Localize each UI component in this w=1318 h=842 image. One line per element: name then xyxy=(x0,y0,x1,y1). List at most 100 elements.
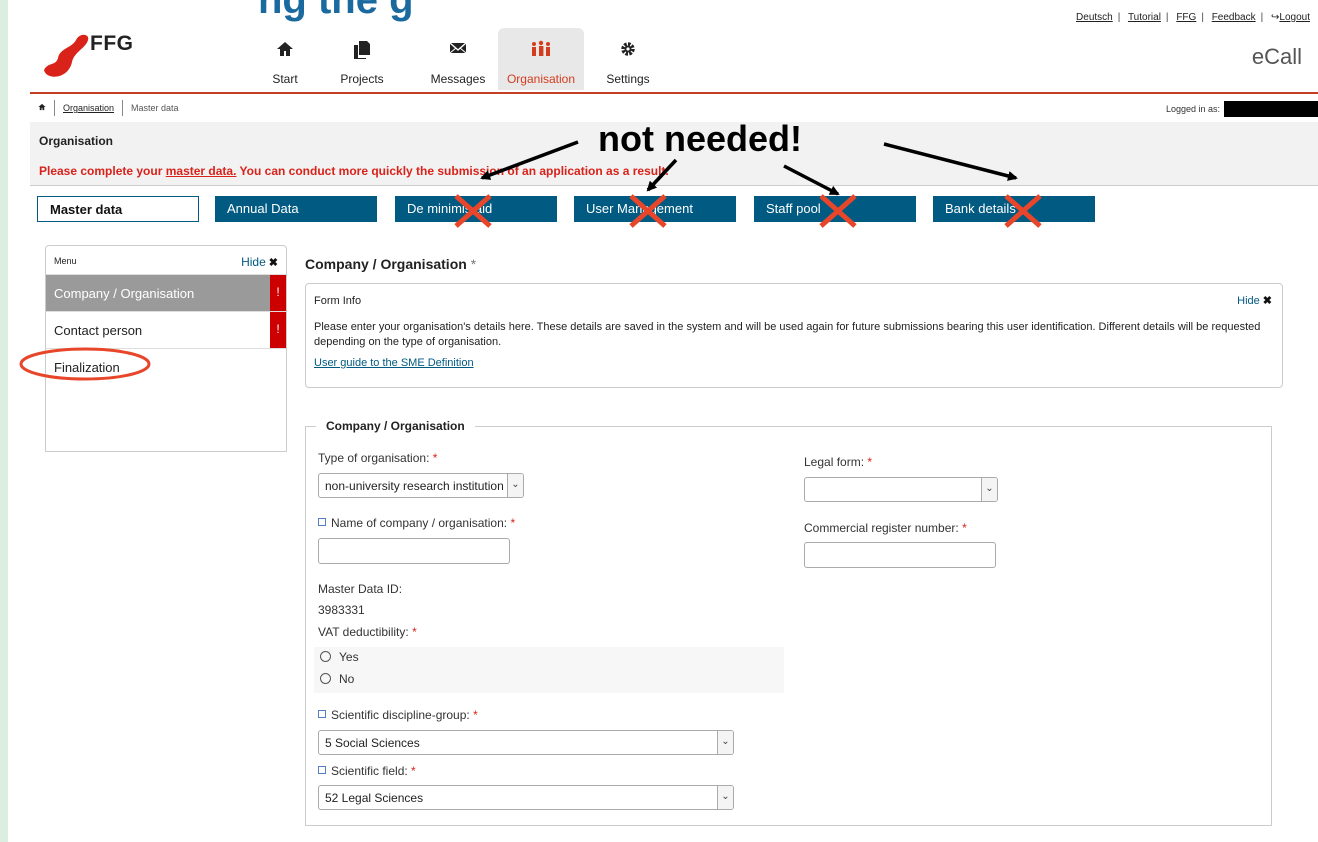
master-data-id-value: 3983331 xyxy=(318,603,365,617)
menu-hide-button[interactable]: Hide ✖ xyxy=(241,255,278,269)
chevron-down-icon: ⌄ xyxy=(507,474,523,497)
breadcrumb: Organisation Master data xyxy=(38,100,179,116)
selected-value: non-university research institution xyxy=(325,479,504,493)
breadcrumb-master-data: Master data xyxy=(131,103,179,113)
sme-guide-link[interactable]: User guide to the SME Definition xyxy=(314,357,474,369)
info-icon[interactable] xyxy=(318,766,326,774)
people-icon xyxy=(498,40,584,66)
vat-label: VAT deductibility: * xyxy=(318,625,417,639)
slide-headline: ng the g xyxy=(258,0,414,22)
link-ffg[interactable]: FFG xyxy=(1176,12,1196,23)
fieldset-legend: Company / Organisation xyxy=(316,419,475,433)
nav-start[interactable]: Start xyxy=(258,28,312,90)
required-mark: * xyxy=(412,625,417,639)
annotation-not-needed: not needed! xyxy=(598,118,802,159)
required-mark: * xyxy=(432,451,438,465)
home-icon xyxy=(258,40,312,66)
section-title: Company / Organisation * xyxy=(305,256,476,272)
nav-messages[interactable]: Messages xyxy=(418,28,498,90)
required-mark: * xyxy=(473,708,478,722)
nav-label: Start xyxy=(272,72,298,86)
documents-icon xyxy=(326,40,398,66)
legal-form-select[interactable]: ⌄ xyxy=(804,477,998,502)
nav-settings[interactable]: Settings xyxy=(598,28,658,90)
label-text: Name of company / organisation: xyxy=(331,516,508,530)
register-number-input[interactable] xyxy=(804,542,996,568)
label-text: VAT deductibility: xyxy=(318,625,409,639)
completion-warning: Please complete your master data. You ca… xyxy=(39,164,669,178)
info-icon[interactable] xyxy=(318,710,326,718)
tab-de-minimis-aid[interactable]: De minimis aid xyxy=(395,196,557,222)
scientific-field-select[interactable]: 52 Legal Sciences ⌄ xyxy=(318,785,734,810)
legal-form-label: Legal form: * xyxy=(804,455,872,469)
type-of-organisation-label: Type of organisation: * xyxy=(318,451,437,465)
menu-item-finalization[interactable]: Finalization xyxy=(46,348,286,385)
radio-label: Yes xyxy=(339,650,359,664)
label-text: Type of organisation: xyxy=(318,451,430,465)
company-name-label: Name of company / organisation: * xyxy=(318,516,515,530)
menu-item-contact-person[interactable]: Contact person ! xyxy=(46,311,286,348)
menu-item-label: Finalization xyxy=(54,360,120,375)
tab-user-management[interactable]: User Management xyxy=(574,196,736,222)
label-text: Scientific discipline-group: xyxy=(331,708,470,722)
link-tutorial[interactable]: Tutorial xyxy=(1128,12,1161,23)
redacted-username xyxy=(1224,101,1318,117)
required-mark: * xyxy=(510,516,516,530)
required-mark: * xyxy=(470,256,477,272)
menu-item-label: Contact person xyxy=(54,323,143,338)
vat-yes-radio[interactable]: Yes xyxy=(320,650,359,664)
nav-divider xyxy=(30,92,1318,94)
info-icon[interactable] xyxy=(318,518,326,526)
scientific-field-label: Scientific field: * xyxy=(318,764,416,778)
menu-item-label: Company / Organisation xyxy=(54,286,195,301)
required-mark: * xyxy=(962,521,967,535)
required-mark: * xyxy=(867,455,873,469)
selected-value: 52 Legal Sciences xyxy=(325,791,424,805)
menu-title: Menu xyxy=(54,256,77,266)
type-of-organisation-select[interactable]: non-university research institution ⌄ xyxy=(318,473,524,498)
radio-circle xyxy=(320,673,331,684)
vat-radio-group: Yes No xyxy=(314,647,784,693)
discipline-select[interactable]: 5 Social Sciences ⌄ xyxy=(318,730,734,755)
vat-no-radio[interactable]: No xyxy=(320,672,354,686)
tab-staff-pool[interactable]: Staff pool xyxy=(754,196,916,222)
master-data-link[interactable]: master data. xyxy=(166,164,237,178)
tab-bank-details[interactable]: Bank details xyxy=(933,196,1095,222)
breadcrumb-organisation[interactable]: Organisation xyxy=(63,103,114,113)
label-text: Legal form: xyxy=(804,455,865,469)
tab-annual-data[interactable]: Annual Data xyxy=(215,196,377,222)
nav-projects[interactable]: Projects xyxy=(326,28,398,90)
home-icon[interactable] xyxy=(38,103,46,113)
chevron-down-icon: ⌄ xyxy=(717,731,733,754)
label-text: Scientific field: xyxy=(331,764,408,778)
hide-label: Hide xyxy=(1237,295,1260,307)
gear-icon xyxy=(598,40,658,66)
menu-header: Menu Hide ✖ xyxy=(46,246,286,274)
register-number-label: Commercial register number: * xyxy=(804,521,967,535)
envelope-icon xyxy=(418,40,498,66)
tab-master-data[interactable]: Master data xyxy=(37,196,199,222)
nav-organisation[interactable]: Organisation xyxy=(498,28,584,90)
incomplete-badge: ! xyxy=(270,312,286,348)
link-deutsch[interactable]: Deutsch xyxy=(1076,12,1113,23)
label-text: Commercial register number: xyxy=(804,521,959,535)
required-mark: * xyxy=(411,764,416,778)
page: ng the g Deutsch | Tutorial | FFG | Feedbac… xyxy=(8,0,1318,842)
radio-circle xyxy=(320,651,331,662)
radio-label: No xyxy=(339,672,355,686)
master-data-id-label: Master Data ID: xyxy=(318,582,403,596)
logged-in-label: Logged in as: xyxy=(1165,104,1220,114)
link-feedback[interactable]: Feedback xyxy=(1212,12,1256,23)
menu-hide-label: Hide xyxy=(241,255,266,269)
form-info-hide-button[interactable]: Hide ✖ xyxy=(1237,294,1272,307)
close-icon: ✖ xyxy=(1262,295,1272,307)
warning-text: You can conduct more quickly the submiss… xyxy=(236,164,669,178)
page-title: Organisation xyxy=(39,134,114,148)
form-info-text: Please enter your organisation's details… xyxy=(314,321,1261,348)
form-info-label: Form Info xyxy=(314,295,362,307)
nav-label: Settings xyxy=(606,72,650,86)
nav-label: Projects xyxy=(340,72,384,86)
company-name-input[interactable] xyxy=(318,538,510,564)
link-logout[interactable]: Logout xyxy=(1279,12,1310,23)
menu-item-company[interactable]: Company / Organisation ! xyxy=(46,274,286,311)
